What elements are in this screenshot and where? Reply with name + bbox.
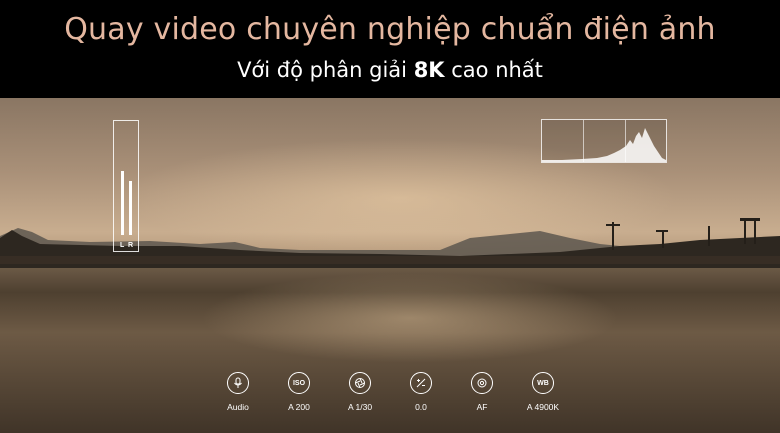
subline-prefix: Với độ phân giải bbox=[237, 58, 414, 82]
focus-icon bbox=[471, 372, 493, 394]
shutter-control[interactable]: A 1/30 bbox=[330, 372, 390, 412]
audio-level-meter: L R bbox=[113, 120, 139, 252]
iso-icon: ISO bbox=[288, 372, 310, 394]
microphone-icon bbox=[227, 372, 249, 394]
white-balance-value: A 4900K bbox=[526, 402, 560, 412]
subline-suffix: cao nhất bbox=[444, 58, 543, 82]
audio-level-right-bar bbox=[129, 181, 132, 235]
white-balance-control[interactable]: WB A 4900K bbox=[513, 372, 573, 412]
focus-control[interactable]: AF bbox=[452, 372, 512, 412]
audio-control[interactable]: Audio bbox=[208, 372, 268, 412]
focus-value: AF bbox=[476, 402, 488, 412]
exposure-value: 0.0 bbox=[415, 402, 427, 412]
audio-level-left-bar bbox=[121, 171, 124, 235]
audio-right-label: R bbox=[128, 242, 134, 249]
resolution-highlight: 8K bbox=[413, 58, 445, 82]
histogram bbox=[541, 119, 667, 163]
shutter-icon bbox=[349, 372, 371, 394]
shutter-value: A 1/30 bbox=[347, 402, 373, 412]
exposure-control[interactable]: 0.0 bbox=[391, 372, 451, 412]
white-balance-icon: WB bbox=[532, 372, 554, 394]
histogram-curve bbox=[542, 128, 666, 162]
iso-value: A 200 bbox=[288, 402, 310, 412]
headline: Quay video chuyên nghiệp chuẩn điện ảnh bbox=[64, 12, 716, 47]
camera-controls: Audio ISO A 200 A 1/30 0.0 AF WB A 4900K bbox=[220, 372, 560, 422]
iso-control[interactable]: ISO A 200 bbox=[269, 372, 329, 412]
audio-left-label: L bbox=[120, 242, 125, 249]
promo-banner: Quay video chuyên nghiệp chuẩn điện ảnh … bbox=[0, 0, 780, 98]
exposure-icon bbox=[410, 372, 432, 394]
audio-label: Audio bbox=[227, 402, 249, 412]
subline: Với độ phân giải 8K cao nhất bbox=[0, 58, 780, 82]
